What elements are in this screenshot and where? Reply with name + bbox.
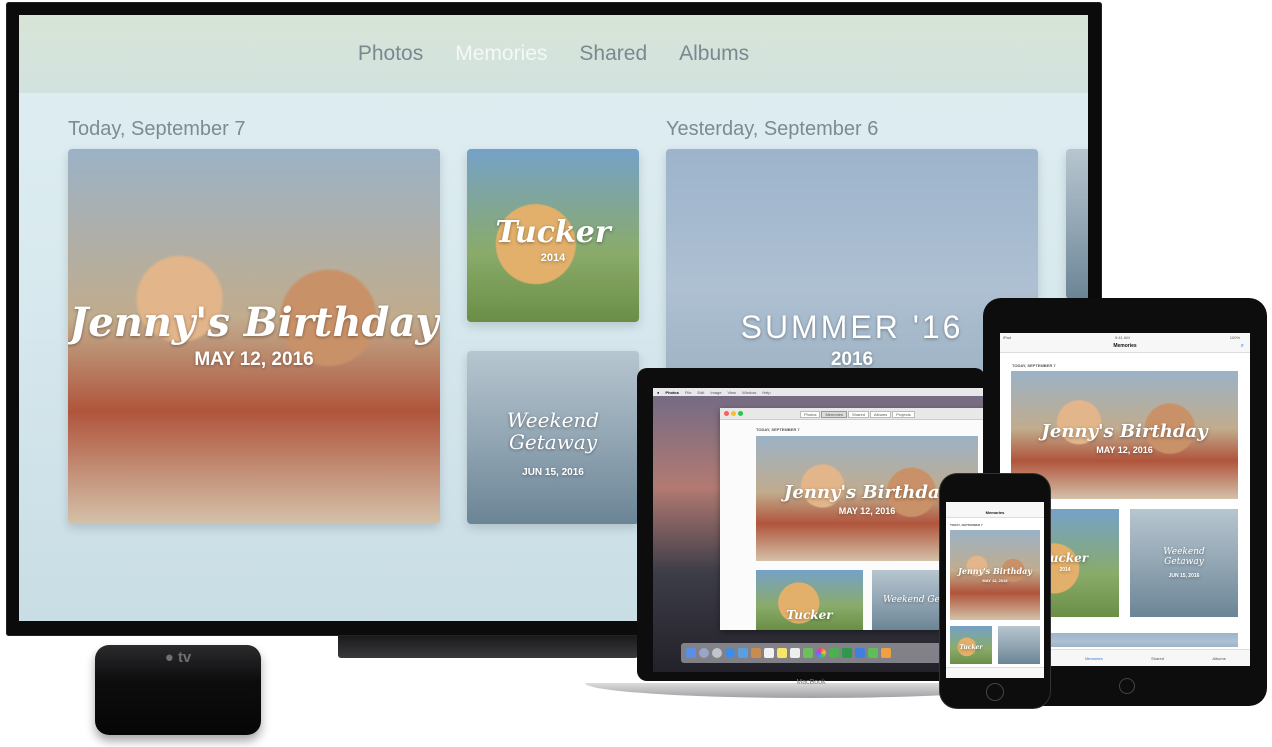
window-toolbar: Photos Memories Shared Albums Projects xyxy=(720,408,985,420)
apple-logo-icon: ● xyxy=(164,649,174,666)
memory-title: Jenny's Birthday xyxy=(69,299,439,346)
tab-projects[interactable]: Projects xyxy=(892,411,915,418)
tab-shared[interactable]: Shared xyxy=(848,411,869,418)
apple-menu-icon[interactable]: ● xyxy=(657,390,659,395)
memory-card-tucker[interactable]: Tucker 2014 xyxy=(467,149,639,322)
window-tabs: Photos Memories Shared Albums Projects xyxy=(800,411,915,418)
tab-memories[interactable]: Memories xyxy=(439,42,563,66)
launchpad-icon[interactable] xyxy=(712,648,722,658)
siri-icon[interactable] xyxy=(699,648,709,658)
iphone-tabbar xyxy=(946,667,1044,678)
reminders-icon[interactable] xyxy=(790,648,800,658)
ipad-navbar: iPad 9:41 AM 100% Memories ⌕ xyxy=(1000,333,1250,353)
apple-tv-logo: ● tv xyxy=(164,649,192,666)
tv-top-nav: Photos Memories Shared Albums xyxy=(19,15,1088,93)
section-date: TODAY, SEPTEMBER 7 xyxy=(756,427,800,432)
memory-date: MAY 12, 2016 xyxy=(982,578,1008,583)
tv-stand xyxy=(338,636,638,658)
tab-albums[interactable]: Albums xyxy=(663,42,765,66)
memory-title: Tucker xyxy=(495,215,611,250)
macos-dock xyxy=(681,643,941,663)
tab-memories[interactable]: Memories xyxy=(1085,656,1103,661)
tab-photos[interactable]: Photos xyxy=(342,42,439,66)
macos-menubar: ● Photos File Edit Image View Window Hel… xyxy=(653,388,985,396)
menu-file[interactable]: File xyxy=(685,390,691,395)
tab-albums[interactable]: Albums xyxy=(1212,656,1225,661)
section-date: TODAY, SEPTEMBER 7 xyxy=(950,523,983,527)
memory-title: Weekend Getaway xyxy=(506,408,600,454)
numbers-icon[interactable] xyxy=(868,648,878,658)
mail-icon[interactable] xyxy=(738,648,748,658)
memory-card-weekend-getaway[interactable]: Weekend Getaway JUN 15, 2016 xyxy=(467,351,639,524)
memory-card-tucker[interactable]: Tucker xyxy=(950,626,992,664)
memory-title: Tucker xyxy=(959,644,983,651)
contacts-icon[interactable] xyxy=(751,648,761,658)
pages-icon[interactable] xyxy=(881,648,891,658)
menu-window[interactable]: Window xyxy=(742,390,756,395)
memory-date: 2014 xyxy=(540,252,566,264)
tab-shared[interactable]: Shared xyxy=(1151,656,1164,661)
status-battery: 100% xyxy=(1229,335,1240,340)
tab-albums[interactable]: Albums xyxy=(869,411,892,418)
iphone-screen: Memories TODAY, SEPTEMBER 7 Jenny's Birt… xyxy=(946,502,1044,678)
memory-card-weekend-getaway[interactable] xyxy=(998,626,1040,664)
zoom-icon[interactable] xyxy=(738,411,743,416)
section-date-today: Today, September 7 xyxy=(68,118,246,140)
finder-icon[interactable] xyxy=(686,648,696,658)
keynote-icon[interactable] xyxy=(855,648,865,658)
home-button-icon[interactable] xyxy=(986,683,1004,701)
memory-card-partial[interactable] xyxy=(1066,149,1088,299)
memory-title: Tucker xyxy=(786,608,833,622)
facetime-icon[interactable] xyxy=(842,648,852,658)
menu-edit[interactable]: Edit xyxy=(697,390,704,395)
iphone-title: Memories xyxy=(985,510,1005,515)
menu-image[interactable]: Image xyxy=(710,390,721,395)
safari-icon[interactable] xyxy=(725,648,735,658)
memory-title: Weekend Getaway xyxy=(1163,547,1205,567)
status-time: 9:41 AM xyxy=(1115,335,1130,340)
tab-memories[interactable]: Memories xyxy=(821,411,848,418)
tab-photos[interactable]: Photos xyxy=(800,411,821,418)
messages-icon[interactable] xyxy=(829,648,839,658)
menu-photos[interactable]: Photos xyxy=(665,390,679,395)
status-carrier: iPad xyxy=(1003,335,1012,340)
menu-help[interactable]: Help xyxy=(762,390,770,395)
section-date: TODAY, SEPTEMBER 7 xyxy=(1012,363,1056,368)
home-button-icon[interactable] xyxy=(1119,678,1135,694)
close-icon[interactable] xyxy=(724,411,729,416)
iphone-navbar: Memories xyxy=(946,502,1044,518)
tab-shared[interactable]: Shared xyxy=(563,42,663,66)
memory-card-tucker[interactable]: Tucker xyxy=(756,570,863,630)
memory-card-jennys-birthday[interactable]: Jenny's Birthday MAY 12, 2016 xyxy=(950,530,1040,620)
memory-date: JUN 15, 2016 xyxy=(522,467,584,478)
menu-view[interactable]: View xyxy=(727,390,736,395)
calendar-icon[interactable] xyxy=(764,648,774,658)
memory-date: JUN 15, 2016 xyxy=(1168,573,1200,579)
search-icon[interactable]: ⌕ xyxy=(1241,343,1244,350)
product-lineup-scene: Photos Memories Shared Albums Today, Sep… xyxy=(0,0,1272,747)
ipad-title: Memories xyxy=(1113,343,1137,349)
photos-icon[interactable] xyxy=(816,648,826,658)
memory-card-weekend-getaway[interactable]: Weekend Getaway JUN 15, 2016 xyxy=(1130,509,1238,617)
maps-icon[interactable] xyxy=(803,648,813,658)
section-date-yesterday: Yesterday, September 6 xyxy=(666,118,879,140)
memory-date: MAY 12, 2016 xyxy=(194,349,314,370)
memory-card-jennys-birthday[interactable]: Jenny's Birthday MAY 12, 2016 xyxy=(68,149,440,524)
memory-title: Jenny's Birthday xyxy=(1041,421,1208,442)
notes-icon[interactable] xyxy=(777,648,787,658)
macbook-screen: ● Photos File Edit Image View Window Hel… xyxy=(653,388,985,672)
minimize-icon[interactable] xyxy=(731,411,736,416)
memory-date: MAY 12, 2016 xyxy=(1096,445,1153,455)
memory-title: Jenny's Birthday xyxy=(958,566,1032,576)
